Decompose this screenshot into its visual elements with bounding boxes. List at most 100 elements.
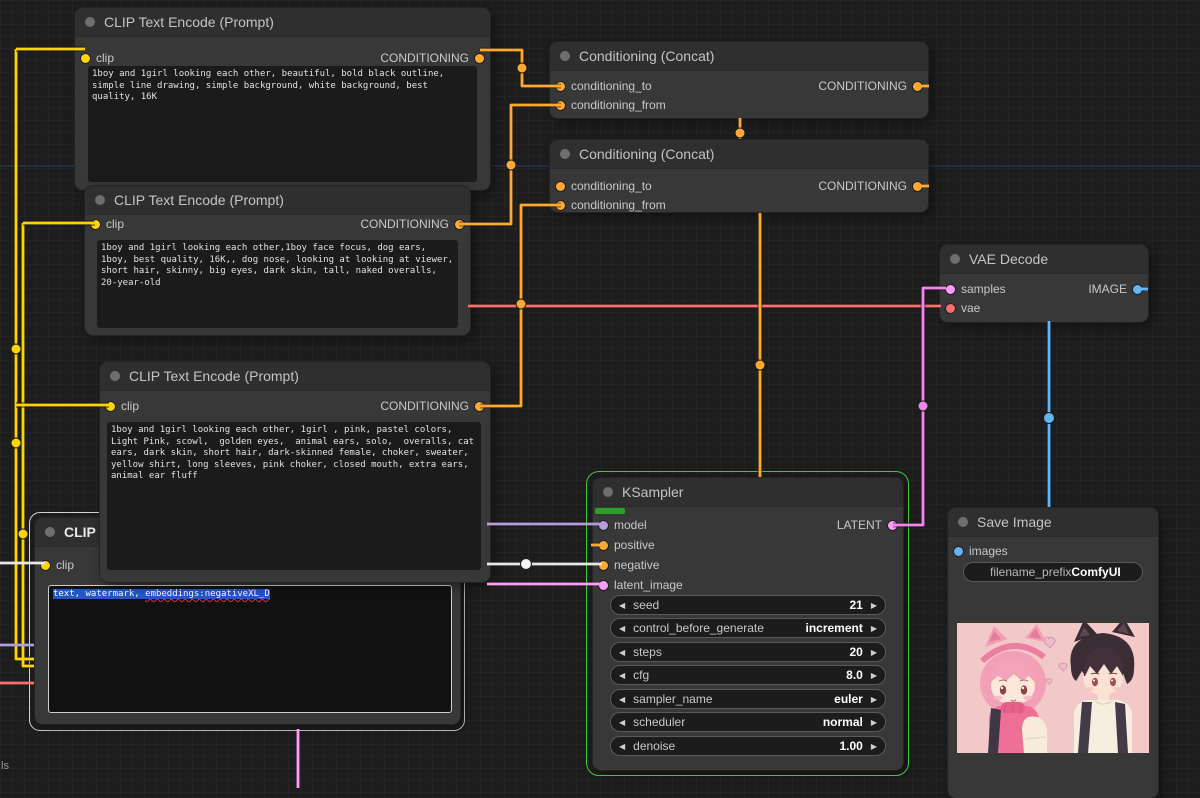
node-clip-text-encode-1[interactable]: CLIP Text Encode (Prompt) clip CONDITION… bbox=[75, 8, 490, 190]
reroute-dot[interactable] bbox=[10, 343, 22, 355]
decrement-arrow-icon[interactable]: ◀ bbox=[611, 624, 633, 633]
decrement-arrow-icon[interactable]: ◀ bbox=[611, 671, 633, 680]
increment-arrow-icon[interactable]: ▶ bbox=[863, 671, 885, 680]
reroute-dot[interactable] bbox=[1043, 412, 1055, 424]
output-port-image[interactable]: IMAGE bbox=[1088, 280, 1148, 298]
reroute-dot[interactable] bbox=[520, 558, 532, 570]
conditioning-port-dot[interactable] bbox=[599, 540, 608, 550]
conditioning-port-dot[interactable] bbox=[455, 219, 464, 229]
input-port-model[interactable]: model bbox=[593, 516, 647, 534]
reroute-dot[interactable] bbox=[516, 62, 528, 74]
node-clip-text-encode-3[interactable]: CLIP Text Encode (Prompt) clip CONDITION… bbox=[100, 362, 490, 582]
image-port-dot[interactable] bbox=[1133, 284, 1142, 294]
node-save-image[interactable]: Save Image images filename_prefix ComfyU… bbox=[948, 508, 1158, 798]
node-conditioning-concat-2[interactable]: Conditioning (Concat) conditioning_to co… bbox=[550, 140, 928, 212]
decrement-arrow-icon[interactable]: ◀ bbox=[611, 601, 633, 610]
node-ksampler[interactable]: KSampler model positive negative latent_… bbox=[593, 478, 903, 770]
input-port-negative[interactable]: negative bbox=[593, 556, 659, 574]
node-title: Conditioning (Concat) bbox=[579, 146, 715, 162]
prompt-textarea[interactable]: 1boy and 1girl looking each other, 1girl… bbox=[107, 422, 481, 570]
conditioning-port-dot[interactable] bbox=[475, 53, 484, 63]
output-port-conditioning[interactable]: CONDITIONING bbox=[360, 215, 470, 233]
increment-arrow-icon[interactable]: ▶ bbox=[863, 601, 885, 610]
output-port-conditioning[interactable]: CONDITIONING bbox=[818, 77, 928, 95]
node-clip-text-encode-2[interactable]: CLIP Text Encode (Prompt) clip CONDITION… bbox=[85, 186, 470, 335]
input-port-conditioning-to[interactable]: conditioning_to bbox=[550, 177, 652, 195]
output-port-latent[interactable]: LATENT bbox=[837, 516, 903, 534]
conditioning-port-dot[interactable] bbox=[556, 200, 565, 210]
decrement-arrow-icon[interactable]: ◀ bbox=[611, 718, 633, 727]
input-port-samples[interactable]: samples bbox=[940, 280, 1006, 298]
input-port-conditioning-to[interactable]: conditioning_to bbox=[550, 77, 652, 95]
increment-arrow-icon[interactable]: ▶ bbox=[863, 624, 885, 633]
reroute-dot[interactable] bbox=[505, 159, 517, 171]
widget-control-before-generate[interactable]: ◀ control_before_generate increment ▶ bbox=[610, 618, 886, 638]
clip-port-dot[interactable] bbox=[81, 53, 90, 63]
reroute-dot[interactable] bbox=[917, 400, 929, 412]
reroute-dot[interactable] bbox=[17, 528, 29, 540]
selected-text: text, watermark, bbox=[53, 589, 146, 599]
widget-cfg[interactable]: ◀ cfg 8.0 ▶ bbox=[610, 665, 886, 685]
output-port-conditioning[interactable]: CONDITIONING bbox=[818, 177, 928, 195]
widget-steps[interactable]: ◀ steps 20 ▶ bbox=[610, 642, 886, 662]
clip-port-dot[interactable] bbox=[106, 401, 115, 411]
node-vae-decode[interactable]: VAE Decode samples vae IMAGE bbox=[940, 245, 1148, 322]
output-port-conditioning[interactable]: CONDITIONING bbox=[380, 49, 490, 67]
node-status-dot bbox=[560, 149, 570, 159]
output-preview-image[interactable] bbox=[957, 623, 1149, 753]
input-port-clip[interactable]: clip bbox=[100, 397, 139, 415]
input-port-clip[interactable]: clip bbox=[35, 556, 74, 574]
node-title: CLIP Text Encode (Prompt) bbox=[129, 368, 299, 384]
input-port-clip[interactable]: clip bbox=[85, 215, 124, 233]
reroute-dot[interactable] bbox=[754, 359, 766, 371]
conditioning-port-dot[interactable] bbox=[913, 81, 922, 91]
conditioning-port-dot[interactable] bbox=[913, 181, 922, 191]
prompt-textarea[interactable]: 1boy and 1girl looking each other,1boy f… bbox=[97, 240, 458, 328]
conditioning-port-dot[interactable] bbox=[599, 560, 608, 570]
increment-arrow-icon[interactable]: ▶ bbox=[863, 648, 885, 657]
reroute-dot[interactable] bbox=[734, 127, 746, 139]
increment-arrow-icon[interactable]: ▶ bbox=[863, 718, 885, 727]
latent-port-dot[interactable] bbox=[946, 284, 955, 294]
output-port-conditioning[interactable]: CONDITIONING bbox=[380, 397, 490, 415]
node-status-dot bbox=[950, 254, 960, 264]
clip-port-dot[interactable] bbox=[91, 219, 100, 229]
widget-seed[interactable]: ◀ seed 21 ▶ bbox=[610, 595, 886, 615]
prompt-textarea[interactable]: 1boy and 1girl looking each other, beaut… bbox=[88, 66, 477, 182]
node-status-dot bbox=[110, 371, 120, 381]
node-conditioning-concat-1[interactable]: Conditioning (Concat) conditioning_to co… bbox=[550, 42, 928, 118]
input-port-vae[interactable]: vae bbox=[940, 299, 980, 317]
widget-sampler-name[interactable]: ◀ sampler_name euler ▶ bbox=[610, 689, 886, 709]
input-port-conditioning-from[interactable]: conditioning_from bbox=[550, 96, 666, 114]
input-port-latent-image[interactable]: latent_image bbox=[593, 576, 683, 594]
input-port-clip[interactable]: clip bbox=[75, 49, 114, 67]
decrement-arrow-icon[interactable]: ◀ bbox=[611, 695, 633, 704]
clipped-edge-text: ls bbox=[1, 760, 9, 772]
latent-port-dot[interactable] bbox=[888, 520, 897, 530]
widget-filename-prefix[interactable]: filename_prefix ComfyUI bbox=[963, 562, 1143, 582]
decrement-arrow-icon[interactable]: ◀ bbox=[611, 742, 633, 751]
conditioning-port-dot[interactable] bbox=[556, 81, 565, 91]
decrement-arrow-icon[interactable]: ◀ bbox=[611, 648, 633, 657]
node-status-dot bbox=[958, 517, 968, 527]
conditioning-port-dot[interactable] bbox=[556, 100, 565, 110]
conditioning-port-dot[interactable] bbox=[556, 181, 565, 191]
wire-clip-1 bbox=[14, 49, 34, 661]
input-port-conditioning-from[interactable]: conditioning_from bbox=[550, 196, 666, 214]
vae-port-dot[interactable] bbox=[946, 303, 955, 313]
node-title: CLIP Text Encode (Prompt) bbox=[114, 192, 284, 208]
conditioning-port-dot[interactable] bbox=[475, 401, 484, 411]
widget-scheduler[interactable]: ◀ scheduler normal ▶ bbox=[610, 712, 886, 732]
prompt-textarea[interactable]: text, watermark, embeddings:negativeXL_D bbox=[48, 585, 452, 713]
clip-port-dot[interactable] bbox=[41, 560, 50, 570]
latent-port-dot[interactable] bbox=[599, 580, 608, 590]
reroute-dot[interactable] bbox=[10, 437, 22, 449]
widget-denoise[interactable]: ◀ denoise 1.00 ▶ bbox=[610, 736, 886, 756]
input-port-images[interactable]: images bbox=[948, 542, 1008, 560]
model-port-dot[interactable] bbox=[599, 520, 608, 530]
input-port-positive[interactable]: positive bbox=[593, 536, 655, 554]
increment-arrow-icon[interactable]: ▶ bbox=[863, 742, 885, 751]
image-port-dot[interactable] bbox=[954, 546, 963, 556]
reroute-dot[interactable] bbox=[515, 298, 527, 310]
increment-arrow-icon[interactable]: ▶ bbox=[863, 695, 885, 704]
